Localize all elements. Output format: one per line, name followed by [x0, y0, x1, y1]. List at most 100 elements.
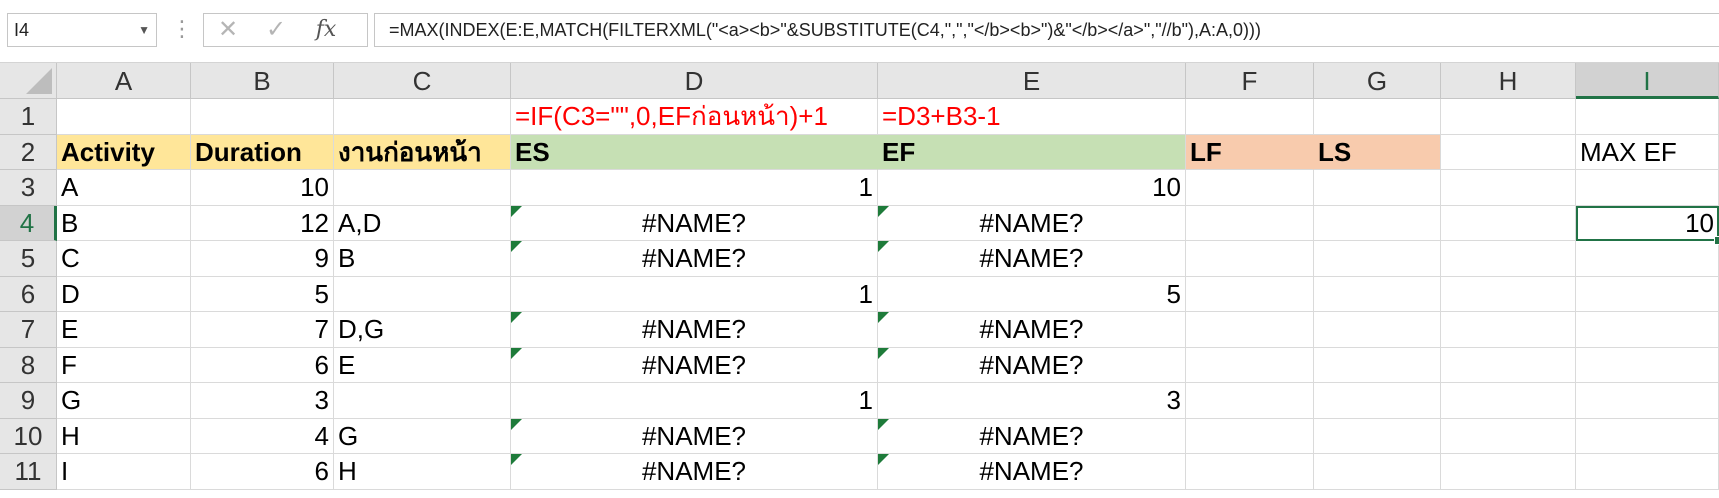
grid-cell[interactable] — [1576, 454, 1719, 490]
duration-cell[interactable]: 6 — [191, 454, 334, 490]
column-header-h[interactable]: H — [1441, 63, 1576, 99]
grid-cell[interactable] — [1314, 312, 1441, 348]
row-header-3[interactable]: 3 — [0, 170, 57, 206]
row-header-9[interactable]: 9 — [0, 383, 57, 419]
grid-cell[interactable] — [1186, 454, 1314, 490]
es-cell[interactable]: #NAME? — [511, 418, 878, 454]
grid-cell[interactable] — [1314, 454, 1441, 490]
grid-cell[interactable] — [1441, 347, 1576, 383]
grid-cell[interactable] — [1314, 383, 1441, 419]
predecessor-cell[interactable] — [334, 170, 511, 206]
grid-cell[interactable] — [1441, 99, 1576, 135]
grid-cell[interactable] — [1576, 383, 1719, 419]
grid-cell[interactable] — [1314, 99, 1441, 135]
enter-icon[interactable]: ✓ — [256, 14, 296, 46]
grid-cell[interactable] — [57, 99, 191, 135]
es-cell[interactable]: #NAME? — [511, 454, 878, 490]
grid-cell[interactable] — [1441, 418, 1576, 454]
duration-cell[interactable]: 10 — [191, 170, 334, 206]
cancel-icon[interactable]: ✕ — [208, 14, 248, 46]
activity-cell[interactable]: I — [57, 454, 191, 490]
ef-cell[interactable]: #NAME? — [878, 205, 1186, 241]
row-header-4[interactable]: 4 — [0, 205, 57, 241]
duration-cell[interactable]: 9 — [191, 241, 334, 277]
es-cell[interactable]: 1 — [511, 170, 878, 206]
predecessor-cell[interactable]: E — [334, 347, 511, 383]
max-ef-cell-selected[interactable]: 10 — [1576, 205, 1719, 241]
column-header-d[interactable]: D — [511, 63, 878, 99]
column-header-f[interactable]: F — [1186, 63, 1314, 99]
grid-cell[interactable] — [1186, 99, 1314, 135]
row-header-2[interactable]: 2 — [0, 134, 57, 170]
grid-cell[interactable] — [1576, 418, 1719, 454]
chevron-down-icon[interactable]: ▼ — [138, 14, 150, 46]
fill-handle[interactable] — [1714, 236, 1719, 245]
grid-cell[interactable] — [1186, 347, 1314, 383]
activity-cell[interactable]: B — [57, 205, 191, 241]
activity-cell[interactable]: D — [57, 276, 191, 312]
header-max-ef[interactable]: MAX EF — [1576, 134, 1719, 170]
grid-cell[interactable] — [334, 99, 511, 135]
duration-cell[interactable]: 7 — [191, 312, 334, 348]
ef-cell[interactable]: 3 — [878, 383, 1186, 419]
ef-cell[interactable]: #NAME? — [878, 454, 1186, 490]
grid-cell[interactable] — [1441, 170, 1576, 206]
grid-cell[interactable] — [1576, 276, 1719, 312]
grid-cell[interactable] — [1576, 312, 1719, 348]
grid-cell[interactable] — [1441, 383, 1576, 419]
es-cell[interactable]: #NAME? — [511, 241, 878, 277]
column-header-e[interactable]: E — [878, 63, 1186, 99]
grid-cell[interactable] — [1441, 312, 1576, 348]
grid-cell[interactable] — [1314, 241, 1441, 277]
duration-cell[interactable]: 12 — [191, 205, 334, 241]
activity-cell[interactable]: A — [57, 170, 191, 206]
grid-cell[interactable] — [1314, 347, 1441, 383]
activity-cell[interactable]: H — [57, 418, 191, 454]
ef-cell[interactable]: #NAME? — [878, 347, 1186, 383]
header-ef[interactable]: EF — [878, 134, 1186, 170]
grid-cell[interactable] — [1186, 383, 1314, 419]
row-header-5[interactable]: 5 — [0, 241, 57, 277]
grid-cell[interactable] — [1441, 276, 1576, 312]
grid-cell[interactable] — [1186, 241, 1314, 277]
header-lf[interactable]: LF — [1186, 134, 1314, 170]
insert-function-icon[interactable]: fx — [306, 14, 346, 46]
drag-handle-icon[interactable]: ⋮ — [171, 14, 193, 46]
duration-cell[interactable]: 5 — [191, 276, 334, 312]
column-header-a[interactable]: A — [57, 63, 191, 99]
es-cell[interactable]: 1 — [511, 383, 878, 419]
es-cell[interactable]: #NAME? — [511, 312, 878, 348]
grid-cell[interactable] — [1186, 170, 1314, 206]
grid-cell[interactable] — [1314, 418, 1441, 454]
column-header-g[interactable]: G — [1314, 63, 1441, 99]
activity-cell[interactable]: F — [57, 347, 191, 383]
es-cell[interactable]: 1 — [511, 276, 878, 312]
ef-cell[interactable]: 5 — [878, 276, 1186, 312]
row-header-7[interactable]: 7 — [0, 312, 57, 348]
predecessor-cell[interactable]: A,D — [334, 205, 511, 241]
grid-cell[interactable] — [1576, 170, 1719, 206]
select-all-button[interactable] — [0, 63, 57, 99]
column-header-c[interactable]: C — [334, 63, 511, 99]
grid-cell[interactable] — [1186, 312, 1314, 348]
header-ls[interactable]: LS — [1314, 134, 1441, 170]
predecessor-cell[interactable]: G — [334, 418, 511, 454]
grid-cell[interactable] — [1314, 276, 1441, 312]
ef-cell[interactable]: #NAME? — [878, 241, 1186, 277]
duration-cell[interactable]: 4 — [191, 418, 334, 454]
grid-cell[interactable] — [1441, 134, 1576, 170]
header-activity[interactable]: Activity — [57, 134, 191, 170]
formula-input[interactable]: =MAX(INDEX(E:E,MATCH(FILTERXML("<a><b>"&… — [374, 13, 1719, 47]
grid-cell[interactable] — [1576, 99, 1719, 135]
ef-cell[interactable]: 10 — [878, 170, 1186, 206]
grid-cell[interactable] — [191, 99, 334, 135]
row-header-11[interactable]: 11 — [0, 454, 57, 490]
activity-cell[interactable]: G — [57, 383, 191, 419]
name-box[interactable]: I4 ▼ — [7, 13, 157, 47]
grid-cell[interactable] — [1441, 241, 1576, 277]
grid-cell[interactable] — [1186, 205, 1314, 241]
es-cell[interactable]: #NAME? — [511, 205, 878, 241]
grid-cell[interactable] — [1186, 418, 1314, 454]
formula-note-ef[interactable]: =D3+B3-1 — [878, 99, 1186, 135]
header-es[interactable]: ES — [511, 134, 878, 170]
